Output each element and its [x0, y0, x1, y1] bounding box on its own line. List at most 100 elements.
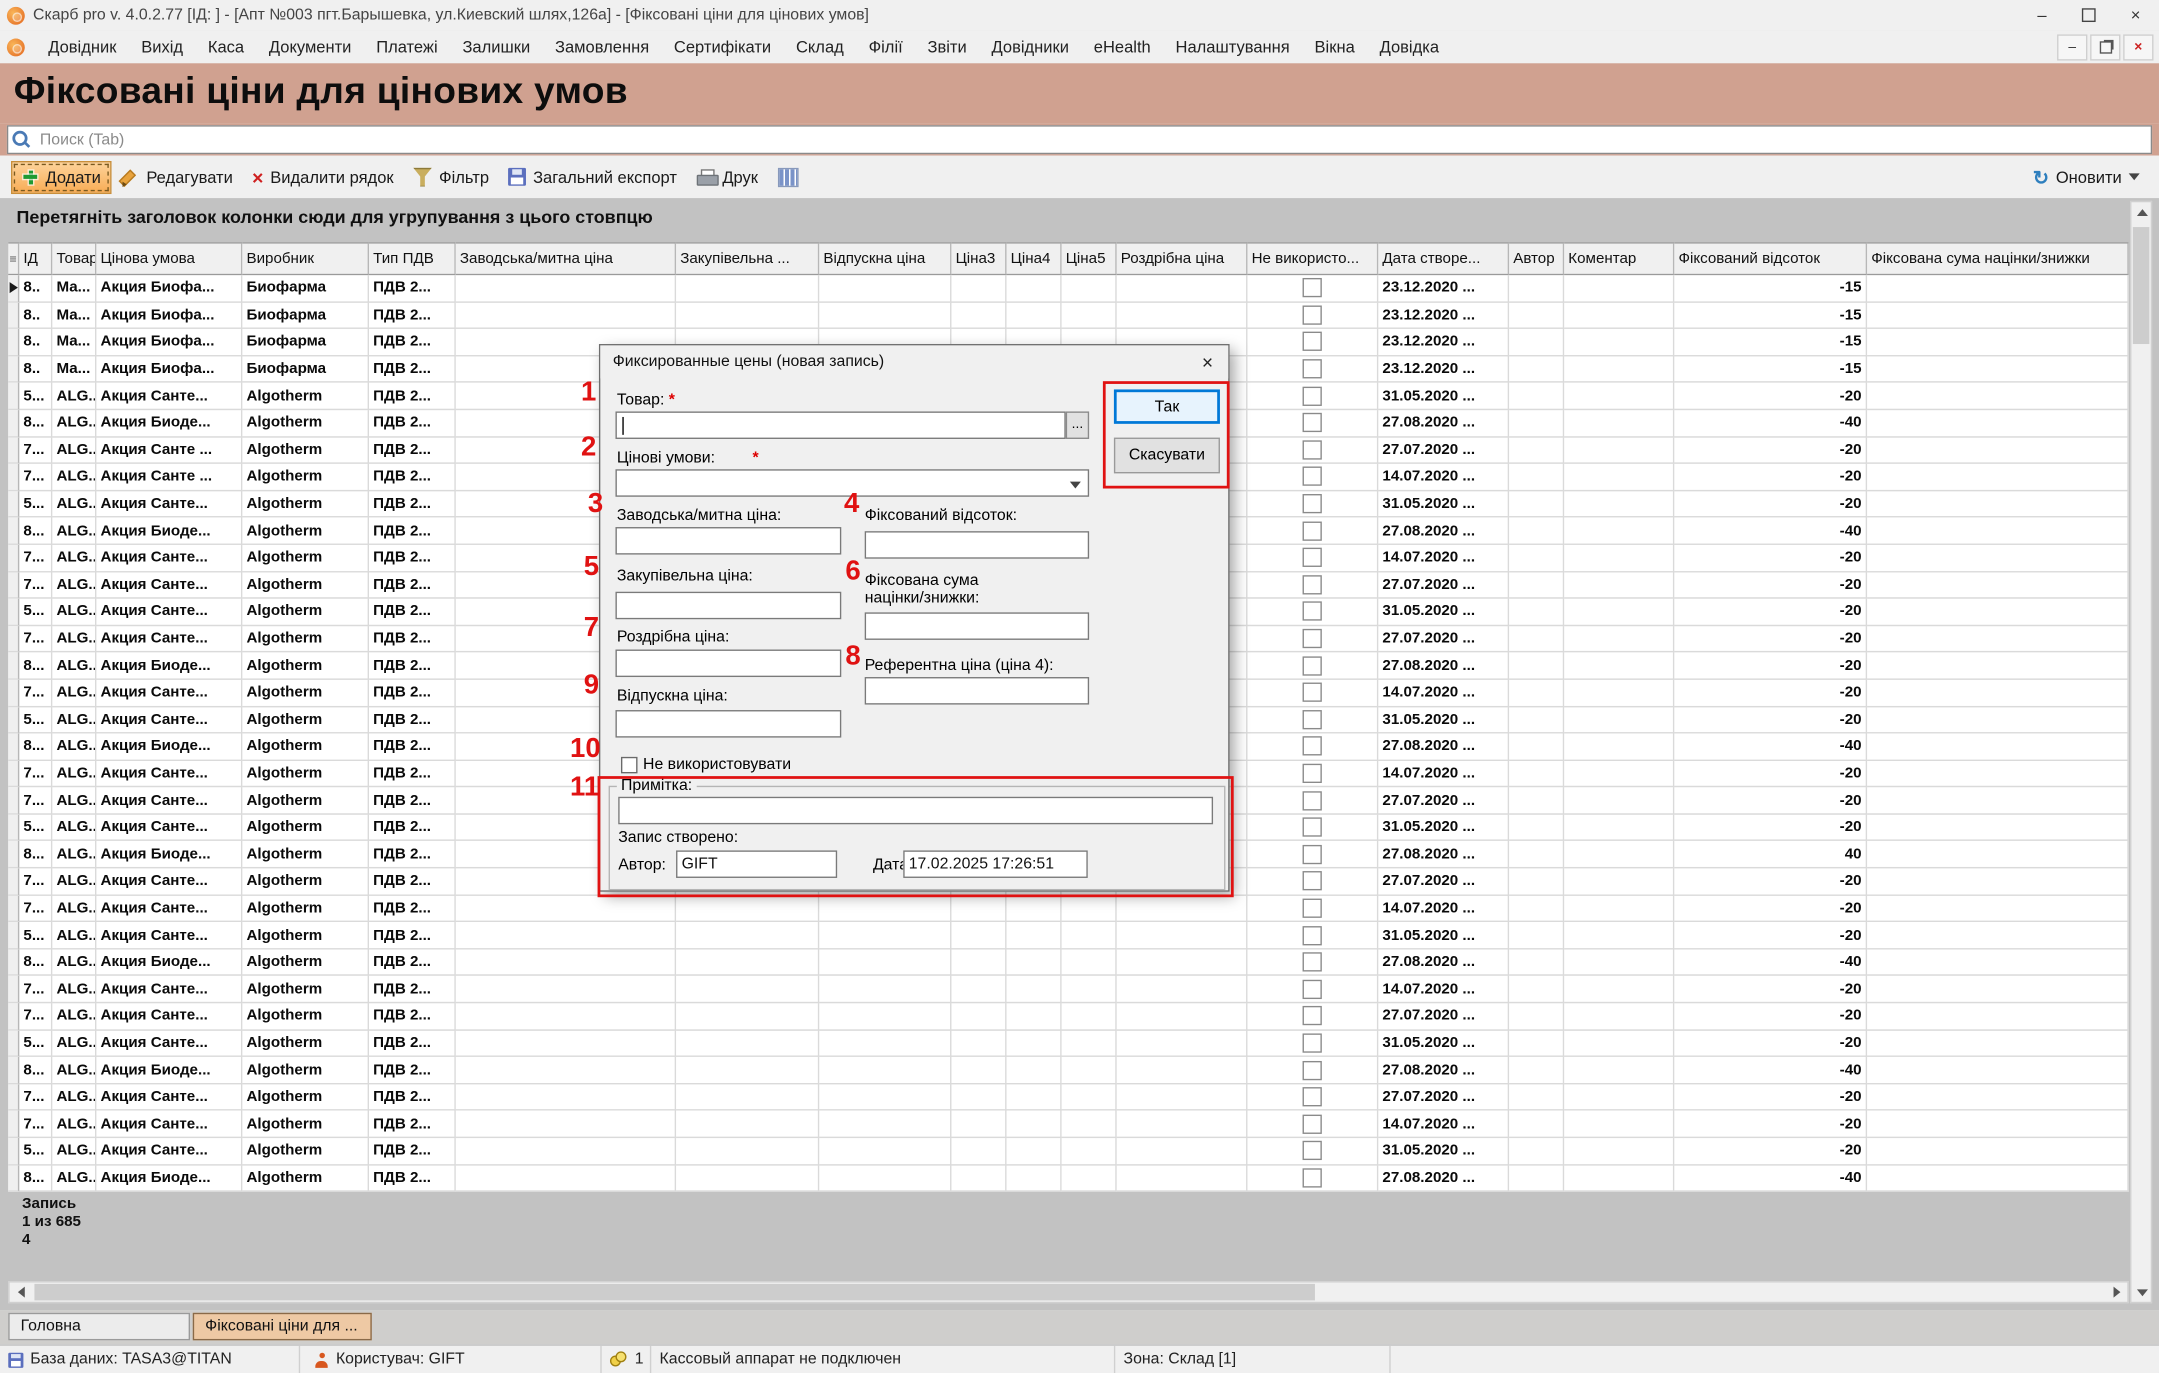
row-checkbox[interactable] — [1303, 278, 1322, 297]
cancel-button[interactable]: Скасувати — [1114, 438, 1220, 474]
suma-input[interactable] — [865, 612, 1089, 640]
row-checkbox[interactable] — [1303, 332, 1322, 351]
row-checkbox[interactable] — [1303, 1006, 1322, 1025]
menu-item-філії[interactable]: Філії — [856, 33, 915, 61]
mdi-close-button[interactable]: × — [2123, 34, 2153, 60]
refresh-button[interactable]: ↻ Оновити — [2033, 155, 2140, 198]
column-header[interactable]: ІД — [19, 242, 52, 275]
menu-item-платежі[interactable]: Платежі — [364, 33, 450, 61]
row-checkbox[interactable] — [1303, 764, 1322, 783]
titlebar[interactable]: Скарб pro v. 4.0.2.77 [ІД: ] - [Апт №003… — [0, 0, 2159, 32]
add-button[interactable]: Додати — [11, 160, 112, 193]
column-header[interactable]: Фіксована сума націнки/знижки — [1867, 242, 2129, 275]
row-checkbox[interactable] — [1303, 359, 1322, 378]
referent-input[interactable] — [865, 677, 1089, 705]
author-input[interactable] — [676, 850, 837, 878]
row-checkbox[interactable] — [1303, 1087, 1322, 1106]
table-row[interactable]: 5...ALG...Акция Санте...AlgothermПДВ 2..… — [8, 1138, 2128, 1165]
edit-button[interactable]: Редагувати — [112, 162, 243, 192]
table-row[interactable]: 7...ALG...Акция Санте...AlgothermПДВ 2..… — [8, 1003, 2128, 1030]
column-header[interactable]: Тип ПДВ — [369, 242, 456, 275]
row-checkbox[interactable] — [1303, 925, 1322, 944]
menu-item-довідка[interactable]: Довідка — [1367, 33, 1451, 61]
menu-item-склад[interactable]: Склад — [784, 33, 857, 61]
table-row[interactable]: 7...ALG...Акция Санте...AlgothermПДВ 2..… — [8, 1084, 2128, 1111]
column-header[interactable]: Цінова умова — [96, 242, 242, 275]
row-checkbox[interactable] — [1303, 656, 1322, 675]
table-row[interactable]: 8..Ма...Акция Биофа...БиофармаПДВ 2...23… — [8, 302, 2128, 329]
vertical-scrollbar[interactable] — [2130, 201, 2152, 1303]
close-button[interactable]: × — [2112, 0, 2159, 30]
column-header[interactable]: Відпускна ціна — [819, 242, 951, 275]
menu-item-каса[interactable]: Каса — [195, 33, 256, 61]
menu-item-вікна[interactable]: Вікна — [1302, 33, 1367, 61]
table-row[interactable]: 8...ALG...Акция Биоде...AlgothermПДВ 2..… — [8, 949, 2128, 976]
search-input[interactable] — [37, 128, 2135, 151]
export-button[interactable]: Загальний експорт — [499, 162, 687, 192]
menu-item-сертифікати[interactable]: Сертифікати — [662, 33, 784, 61]
tovar-browse-button[interactable]: ... — [1066, 411, 1089, 439]
scroll-left-button[interactable] — [10, 1283, 32, 1302]
vertical-scroll-thumb[interactable] — [2133, 227, 2150, 344]
delete-row-button[interactable]: × Видалити рядок — [242, 162, 403, 192]
scroll-up-button[interactable] — [2131, 202, 2153, 221]
groupby-hint[interactable]: Перетягніть заголовок колонки сюди для у… — [17, 206, 653, 227]
column-header[interactable]: Роздрібна ціна — [1117, 242, 1248, 275]
row-checkbox[interactable] — [1303, 737, 1322, 756]
row-checkbox[interactable] — [1303, 467, 1322, 486]
row-checkbox[interactable] — [1303, 575, 1322, 594]
row-checkbox[interactable] — [1303, 305, 1322, 324]
row-checkbox[interactable] — [1303, 683, 1322, 702]
vidpusk-input[interactable] — [615, 710, 841, 738]
tovar-input[interactable] — [615, 411, 1065, 439]
menu-item-довідник[interactable]: Довідник — [36, 33, 129, 61]
column-header[interactable]: Заводська/митна ціна — [456, 242, 676, 275]
mdi-minimize-button[interactable]: – — [2057, 34, 2087, 60]
column-header[interactable]: Дата створе... — [1378, 242, 1509, 275]
columns-button[interactable] — [768, 162, 808, 192]
row-checkbox[interactable] — [1303, 1033, 1322, 1052]
column-header[interactable]: Автор — [1509, 242, 1564, 275]
horizontal-scrollbar[interactable] — [8, 1281, 2128, 1303]
scroll-right-button[interactable] — [2105, 1283, 2127, 1302]
row-checkbox[interactable] — [1303, 1168, 1322, 1187]
row-checkbox[interactable] — [1303, 872, 1322, 891]
tab-holovna[interactable]: Головна — [8, 1313, 190, 1341]
prymitka-input[interactable] — [618, 797, 1213, 825]
menu-item-замовлення[interactable]: Замовлення — [543, 33, 662, 61]
column-header[interactable]: Ціна5 — [1062, 242, 1117, 275]
table-row[interactable]: 8...ALG...Акция Биоде...AlgothermПДВ 2..… — [8, 1057, 2128, 1084]
row-checkbox[interactable] — [1303, 952, 1322, 971]
table-row[interactable]: 7...ALG...Акция Санте...AlgothermПДВ 2..… — [8, 1111, 2128, 1138]
row-checkbox[interactable] — [1303, 1114, 1322, 1133]
table-row[interactable]: 7...ALG...Акция Санте...AlgothermПДВ 2..… — [8, 976, 2128, 1003]
row-checkbox[interactable] — [1303, 791, 1322, 810]
date-input[interactable] — [903, 850, 1088, 878]
row-checkbox[interactable] — [1303, 1060, 1322, 1079]
zavod-input[interactable] — [615, 527, 841, 555]
table-row[interactable]: 7...ALG...Акция Санте...AlgothermПДВ 2..… — [8, 895, 2128, 922]
table-row[interactable]: 8...ALG...Акция Биоде...AlgothermПДВ 2..… — [8, 1165, 2128, 1192]
row-checkbox[interactable] — [1303, 386, 1322, 405]
vidsotok-input[interactable] — [865, 531, 1089, 559]
row-checkbox[interactable] — [1303, 818, 1322, 837]
table-row[interactable]: 8..Ма...Акция Биофа...БиофармаПДВ 2...23… — [8, 275, 2128, 302]
row-checkbox[interactable] — [1303, 494, 1322, 513]
row-checkbox[interactable] — [1303, 1141, 1322, 1160]
not-used-checkbox[interactable] — [621, 757, 638, 774]
row-checkbox[interactable] — [1303, 710, 1322, 729]
row-checkbox[interactable] — [1303, 440, 1322, 459]
menu-item-довідники[interactable]: Довідники — [979, 33, 1081, 61]
table-row[interactable]: 5...ALG...Акция Санте...AlgothermПДВ 2..… — [8, 1030, 2128, 1057]
column-header[interactable]: Ціна3 — [951, 242, 1006, 275]
column-header[interactable]: Коментар — [1564, 242, 1674, 275]
column-header[interactable]: Виробник — [242, 242, 369, 275]
table-row[interactable]: 5...ALG...Акция Санте...AlgothermПДВ 2..… — [8, 922, 2128, 949]
menu-item-залишки[interactable]: Залишки — [450, 33, 543, 61]
horizontal-scroll-thumb[interactable] — [34, 1284, 1315, 1301]
row-checkbox[interactable] — [1303, 602, 1322, 621]
menu-item-налаштування[interactable]: Налаштування — [1163, 33, 1302, 61]
dialog-close-icon[interactable]: × — [1187, 345, 1228, 378]
row-checkbox[interactable] — [1303, 899, 1322, 918]
row-checkbox[interactable] — [1303, 845, 1322, 864]
